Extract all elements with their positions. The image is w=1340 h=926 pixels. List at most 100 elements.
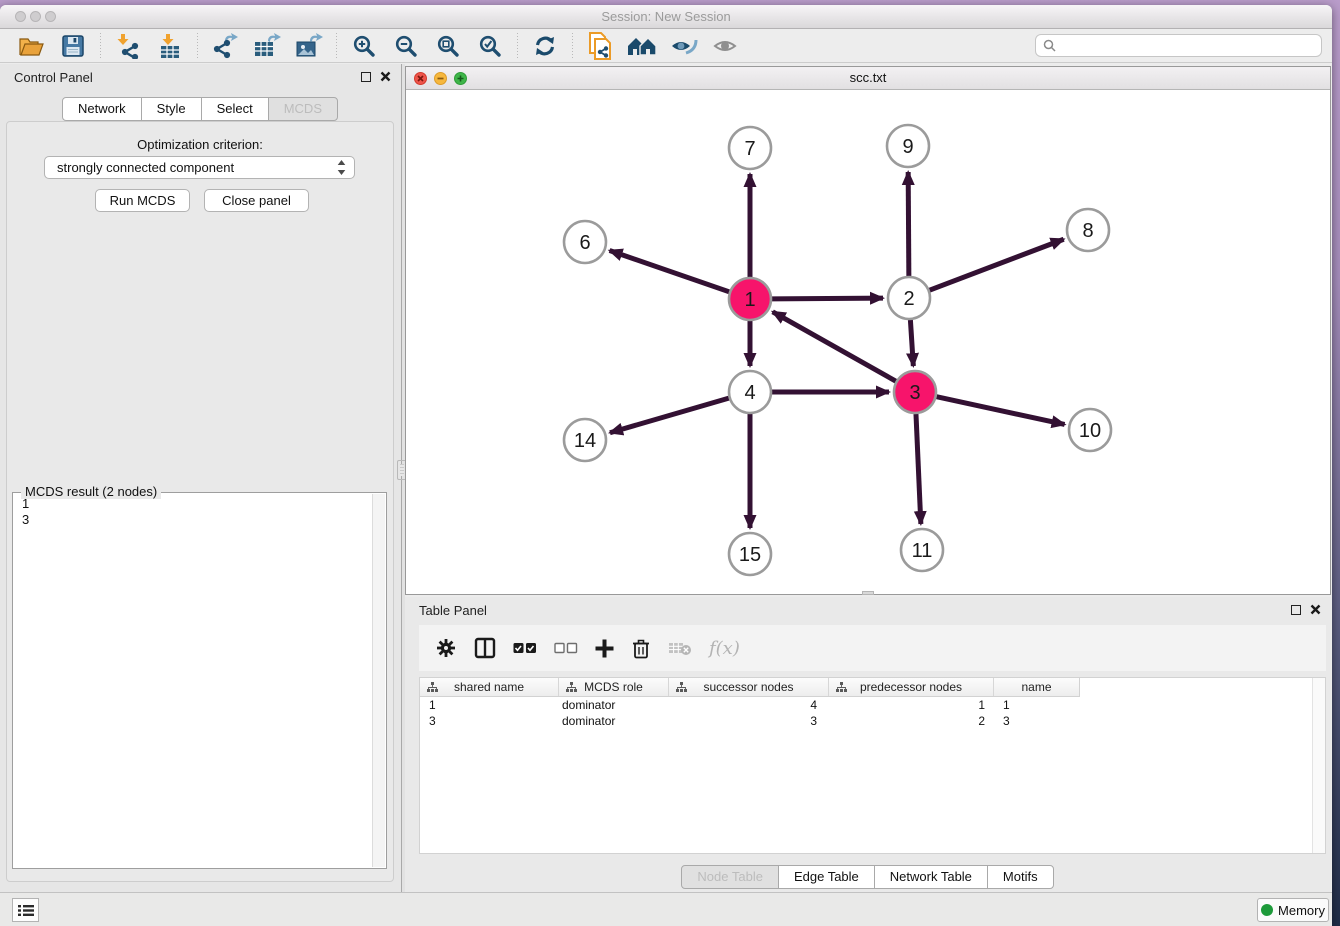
minimize-window-icon[interactable] [30, 11, 41, 22]
column-header-name[interactable]: name [994, 678, 1079, 696]
edge-2-9[interactable] [908, 172, 909, 276]
column-header-successor-nodes[interactable]: successor nodes [669, 678, 829, 696]
column-header-predecessor-nodes[interactable]: predecessor nodes [829, 678, 994, 696]
table-cell[interactable]: 4 [669, 697, 829, 713]
attribute-icon [676, 682, 687, 693]
zoom-out-button[interactable] [385, 31, 427, 61]
graph-node-3[interactable]: 3 [894, 371, 936, 413]
node-label: 6 [579, 232, 590, 254]
add-row-button[interactable] [595, 633, 614, 663]
criterion-select[interactable]: strongly connected component [44, 156, 355, 179]
tab-select[interactable]: Select [201, 97, 269, 121]
export-network-button[interactable] [204, 31, 246, 61]
table-cell[interactable]: 3 [994, 713, 1079, 729]
close-network-icon[interactable] [414, 72, 427, 85]
network-canvas[interactable]: 7 9 6 8 1 2 4 3 14 10 15 11 [406, 90, 1330, 594]
edge-2-3[interactable] [910, 320, 913, 366]
table-cell[interactable]: dominator [559, 713, 669, 729]
minimize-network-icon[interactable] [434, 72, 447, 85]
edge-2-8[interactable] [930, 239, 1064, 290]
import-network-button[interactable] [107, 31, 149, 61]
hide-details-button[interactable] [663, 31, 705, 61]
column-header-shared-name[interactable]: shared name [420, 678, 559, 696]
table-cell[interactable]: 3 [669, 713, 829, 729]
edge-3-11[interactable] [916, 414, 921, 524]
delete-row-button[interactable] [631, 633, 651, 663]
float-panel-icon[interactable] [1291, 605, 1301, 615]
edge-4-14[interactable] [610, 398, 729, 433]
show-details-button[interactable] [705, 31, 747, 61]
close-panel-icon[interactable] [1310, 604, 1321, 615]
float-panel-icon[interactable] [361, 72, 371, 82]
window-titlebar[interactable]: Session: New Session [0, 5, 1332, 29]
maximize-network-icon[interactable] [454, 72, 467, 85]
export-table-button[interactable] [246, 31, 288, 61]
graph-node-2[interactable]: 2 [888, 277, 930, 319]
zoom-fit-button[interactable] [427, 31, 469, 61]
clone-network-icon [587, 32, 613, 60]
edge-1-6[interactable] [610, 250, 730, 291]
table-cell[interactable]: 2 [829, 713, 994, 729]
graph-node-4[interactable]: 4 [729, 371, 771, 413]
tab-motifs[interactable]: Motifs [987, 865, 1054, 889]
network-resize-grip[interactable] [862, 591, 874, 595]
tab-style[interactable]: Style [141, 97, 202, 121]
edge-3-10[interactable] [936, 397, 1064, 425]
first-neighbors-button[interactable] [621, 31, 663, 61]
edge-1-2[interactable] [772, 298, 883, 299]
tab-node-table[interactable]: Node Table [681, 865, 779, 889]
export-image-button[interactable] [288, 31, 330, 61]
zoom-window-icon[interactable] [45, 11, 56, 22]
unselect-all-rows-button[interactable] [554, 633, 578, 663]
table-row[interactable]: 1dominator411 [420, 697, 1325, 713]
column-header-mcds-role[interactable]: MCDS role [559, 678, 669, 696]
graph-node-7[interactable]: 7 [729, 127, 771, 169]
table-settings-button[interactable] [435, 633, 457, 663]
table-cell[interactable]: 1 [994, 697, 1079, 713]
graph-node-10[interactable]: 10 [1069, 409, 1111, 451]
import-table-button[interactable] [149, 31, 191, 61]
select-all-rows-button[interactable] [513, 633, 537, 663]
open-session-button[interactable] [10, 31, 52, 61]
search-box[interactable] [1035, 34, 1322, 57]
tab-edge-table[interactable]: Edge Table [778, 865, 875, 889]
network-window-titlebar[interactable]: scc.txt [406, 67, 1330, 90]
tab-network-table[interactable]: Network Table [874, 865, 988, 889]
result-list-item[interactable]: 3 [13, 512, 371, 528]
table-row[interactable]: 3dominator323 [420, 713, 1325, 729]
tab-mcds[interactable]: MCDS [268, 97, 338, 121]
graph-node-11[interactable]: 11 [901, 529, 943, 571]
show-columns-button[interactable] [474, 633, 496, 663]
export-table-icon [253, 33, 281, 59]
close-window-icon[interactable] [15, 11, 26, 22]
graph-node-6[interactable]: 6 [564, 221, 606, 263]
zoom-in-button[interactable] [343, 31, 385, 61]
table-cell[interactable]: 1 [420, 697, 559, 713]
graph-node-14[interactable]: 14 [564, 419, 606, 461]
graph-node-1[interactable]: 1 [729, 278, 771, 320]
graph-node-15[interactable]: 15 [729, 533, 771, 575]
refresh-view-button[interactable] [524, 31, 566, 61]
zoom-selected-button[interactable] [469, 31, 511, 61]
close-panel-icon[interactable] [380, 71, 391, 82]
table-cell[interactable]: dominator [559, 697, 669, 713]
task-history-button[interactable] [12, 898, 39, 922]
result-scrollbar[interactable] [372, 494, 385, 867]
close-panel-button[interactable]: Close panel [204, 189, 309, 212]
table-scrollbar[interactable] [1312, 678, 1325, 853]
table-cell[interactable]: 3 [420, 713, 559, 729]
memory-button[interactable]: Memory [1257, 898, 1329, 922]
edge-3-1[interactable] [773, 312, 896, 381]
result-list-item[interactable]: 1 [13, 496, 371, 512]
import-network-icon [115, 33, 141, 59]
node-label: 11 [912, 540, 933, 562]
table-cell[interactable]: 1 [829, 697, 994, 713]
graph-node-9[interactable]: 9 [887, 125, 929, 167]
search-input[interactable] [1060, 39, 1314, 53]
tab-network[interactable]: Network [62, 97, 142, 121]
save-session-button[interactable] [52, 31, 94, 61]
clone-network-button[interactable] [579, 31, 621, 61]
window-traffic-lights[interactable] [15, 11, 56, 22]
graph-node-8[interactable]: 8 [1067, 209, 1109, 251]
run-mcds-button[interactable]: Run MCDS [95, 189, 190, 212]
